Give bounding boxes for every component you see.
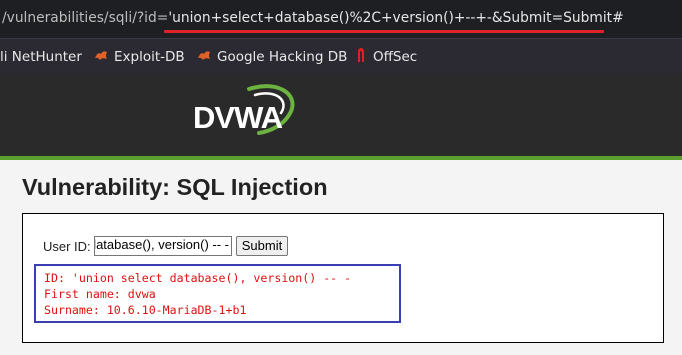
user-id-label: User ID:: [43, 239, 91, 254]
bookmark-google-hacking-db[interactable]: Google Hacking DB: [197, 48, 347, 66]
url-query: 'union+select+database()%2C+version()+--…: [168, 10, 624, 26]
dvwa-logo[interactable]: DVWA: [189, 83, 299, 145]
ghdb-icon: [197, 48, 211, 66]
url-prefix: /vulnerabilities/sqli/?id=: [2, 10, 169, 26]
bookmark-exploit-db[interactable]: Exploit-DB: [94, 48, 185, 66]
result-surname-line: Surname: 10.6.10-MariaDB-1+b1: [44, 303, 247, 317]
submit-button[interactable]: Submit: [236, 236, 288, 256]
dvwa-header: [0, 73, 682, 156]
url-text[interactable]: /vulnerabilities/sqli/?id='union+select+…: [2, 10, 624, 26]
bookmark-label: OffSec: [373, 49, 418, 65]
bookmark-label: Google Hacking DB: [217, 49, 348, 65]
exploit-db-icon: [94, 48, 108, 66]
svg-text:DVWA: DVWA: [193, 100, 283, 135]
result-first-name-line: First name: dvwa: [44, 287, 156, 301]
offsec-icon: [355, 47, 367, 67]
address-bar[interactable]: /vulnerabilities/sqli/?id='union+select+…: [0, 0, 682, 38]
bookmark-label: li NetHunter: [0, 49, 82, 65]
bookmark-offsec[interactable]: OffSec: [355, 48, 417, 66]
bookmark-label: Exploit-DB: [114, 49, 185, 65]
bookmark-kali-nethunter[interactable]: li NetHunter: [0, 48, 82, 66]
bookmarks-toolbar: li NetHunter Exploit-DB Google Hacking D…: [0, 38, 682, 73]
url-annotation-underline: [164, 30, 604, 33]
user-id-input[interactable]: 'union select database(), version() -- -: [94, 236, 232, 256]
sql-result-output: ID: 'union select database(), version() …: [34, 264, 401, 323]
page-title: Vulnerability: SQL Injection: [22, 174, 328, 200]
result-id-line: ID: 'union select database(), version() …: [44, 271, 352, 285]
